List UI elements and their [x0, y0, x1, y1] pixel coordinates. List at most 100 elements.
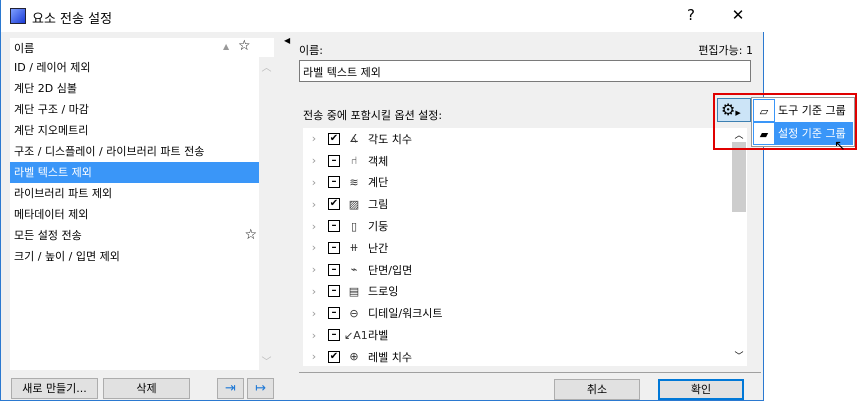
close-button[interactable]: ✕ — [728, 6, 748, 24]
settings-list: 이름 ▲ ☆ ID / 레이어 제외계단 2D 심볼계단 구조 / 마감계단 지… — [10, 38, 274, 370]
tree-row[interactable]: › – ≋ 계단 — [303, 172, 747, 194]
option-checkbox[interactable]: – — [328, 307, 340, 320]
expand-chevron-icon[interactable]: › — [303, 285, 325, 298]
tree-row[interactable]: › – ▯ 기둥 — [303, 215, 747, 237]
list-item-label: 라이브러리 파트 제외 — [14, 187, 113, 200]
option-checkbox[interactable]: – — [328, 220, 340, 233]
list-item-label: 모든 설정 전송 — [14, 229, 82, 242]
tree-row[interactable]: › – ⌁ 단면/입면 — [303, 259, 747, 281]
editable-count: 편집가능: 1 — [698, 44, 753, 57]
tree-row[interactable]: › – ⊖ 디테일/워크시트 — [303, 302, 747, 324]
list-item[interactable]: 계단 2D 심볼 — [10, 78, 259, 99]
favorite-star-icon[interactable]: ☆ — [244, 225, 257, 246]
gear-icon: ⚙ — [721, 100, 736, 119]
expand-chevron-icon[interactable]: › — [303, 263, 325, 276]
option-checkbox[interactable]: ✔ — [328, 198, 340, 211]
name-label: 이름: — [299, 44, 323, 57]
tree-scrollbar[interactable]: ︿ ﹀ — [731, 128, 747, 366]
level-dimension-icon: ⊕ — [349, 350, 359, 364]
angle-dimension-icon: ∡ — [349, 132, 359, 146]
expand-chevron-icon[interactable]: › — [303, 220, 325, 233]
menu-item-label: 도구 기준 그룹 — [778, 104, 846, 117]
list-item[interactable]: 모든 설정 전송 ☆ — [10, 225, 259, 246]
menu-item-group-by-tool[interactable]: ▱ 도구 기준 그룹 — [753, 99, 853, 122]
tree-row[interactable]: › ✔ ⊕ 레벨 치수 — [303, 346, 747, 366]
collapse-panel-icon[interactable]: ◀ — [284, 36, 290, 45]
expand-chevron-icon[interactable]: › — [303, 132, 325, 145]
import-button[interactable]: ⇥ — [217, 378, 244, 399]
option-checkbox[interactable]: – — [328, 154, 340, 167]
chair-icon: ⑁ — [350, 154, 358, 168]
favorite-column-icon: ☆ — [238, 38, 251, 54]
option-checkbox[interactable]: – — [328, 263, 340, 276]
sort-ascending-icon: ▲ — [223, 42, 230, 51]
expand-chevron-icon[interactable]: › — [303, 154, 325, 167]
new-button[interactable]: 새로 만들기... — [11, 378, 98, 399]
list-item[interactable]: 계단 구조 / 마감 — [10, 99, 259, 120]
divider — [299, 372, 761, 373]
list-item[interactable]: 라이브러리 파트 제외 — [10, 183, 259, 204]
picture-icon: ▨ — [348, 197, 360, 211]
delete-button[interactable]: 삭제 — [103, 378, 190, 399]
tree-item-label: 객체 — [368, 154, 389, 168]
list-item[interactable]: 계단 지오메트리 — [10, 120, 259, 141]
list-item-label: 구조 / 디스플레이 / 라이브러리 파트 전송 — [14, 145, 205, 158]
option-checkbox[interactable]: – — [328, 285, 340, 298]
list-item[interactable]: 크기 / 높이 / 입면 제외 — [10, 246, 259, 267]
list-item-label: 크기 / 높이 / 입면 제외 — [14, 250, 120, 263]
scrollbar-thumb[interactable] — [732, 142, 746, 212]
list-item[interactable]: 라벨 텍스트 제외 — [10, 162, 259, 183]
option-checkbox[interactable]: – — [328, 241, 340, 254]
grouping-options-button[interactable]: ⚙▶ — [717, 98, 751, 122]
list-header[interactable]: 이름 ▲ ☆ — [10, 38, 274, 57]
tree-row[interactable]: › ✔ ∡ 각도 치수 — [303, 128, 747, 150]
tree-row[interactable]: › – ↙A1 라벨 — [303, 324, 747, 346]
drawing-icon: ▤ — [348, 284, 360, 298]
group-by-tool-icon: ▱ — [753, 99, 775, 122]
expand-chevron-icon[interactable]: › — [303, 307, 325, 320]
cancel-button[interactable]: 취소 — [554, 379, 640, 400]
tree-item-label: 그림 — [368, 198, 389, 212]
column-name-header: 이름 — [14, 42, 35, 55]
tree-item-label: 난간 — [368, 241, 389, 255]
label-icon: ↙A1 — [344, 328, 368, 342]
option-checkbox[interactable]: ✔ — [328, 132, 340, 145]
mouse-cursor-icon: ↖ — [834, 138, 846, 154]
app-icon — [10, 8, 26, 24]
group-by-setting-icon: ▰ — [753, 122, 775, 145]
export-icon: ↦ — [255, 381, 266, 396]
submenu-arrow-icon: ▶ — [735, 109, 741, 117]
tree-row[interactable]: › ✔ ▨ 그림 — [303, 193, 747, 215]
ok-button[interactable]: 확인 — [658, 379, 744, 400]
list-item-label: 계단 구조 / 마감 — [14, 103, 89, 116]
tree-row[interactable]: › – ⧺ 난간 — [303, 237, 747, 259]
tree-item-label: 계단 — [368, 176, 389, 190]
tree-row[interactable]: › – ▤ 드로잉 — [303, 281, 747, 303]
help-button[interactable]: ? — [681, 6, 701, 24]
window-title: 요소 전송 설정 — [32, 12, 113, 27]
list-item[interactable]: ID / 레이어 제외 — [10, 57, 259, 78]
expand-chevron-icon[interactable]: › — [303, 241, 325, 254]
options-label: 전송 중에 포함시킬 옵션 설정: — [303, 109, 443, 122]
expand-chevron-icon[interactable]: › — [303, 176, 325, 189]
expand-chevron-icon[interactable]: › — [303, 198, 325, 211]
tree-row[interactable]: › – ⑁ 객체 — [303, 150, 747, 172]
stair-icon: ≋ — [349, 175, 359, 189]
list-item-label: 메타데이터 제외 — [14, 208, 89, 221]
tree-item-label: 라벨 — [368, 329, 389, 343]
option-checkbox[interactable]: – — [328, 176, 340, 189]
list-scrollbar[interactable]: ︿ ﹀ — [259, 57, 274, 370]
option-checkbox[interactable]: ✔ — [328, 350, 340, 363]
name-input[interactable]: 라벨 텍스트 제외 — [299, 60, 751, 82]
option-checkbox[interactable]: – — [328, 329, 340, 342]
list-item[interactable]: 구조 / 디스플레이 / 라이브러리 파트 전송 — [10, 141, 259, 162]
list-item[interactable]: 메타데이터 제외 — [10, 204, 259, 225]
tree-item-label: 레벨 치수 — [368, 350, 412, 364]
dialog-window: 요소 전송 설정 ? ✕ 이름 ▲ ☆ ID / 레이어 제외계단 2D 심볼계… — [0, 0, 764, 401]
expand-chevron-icon[interactable]: › — [303, 350, 325, 363]
title-bar: 요소 전송 설정 ? ✕ — [1, 0, 764, 32]
list-item-label: 계단 2D 심볼 — [14, 82, 77, 95]
expand-chevron-icon[interactable]: › — [303, 329, 325, 342]
export-button[interactable]: ↦ — [247, 378, 274, 399]
tree-item-label: 드로잉 — [368, 285, 399, 299]
